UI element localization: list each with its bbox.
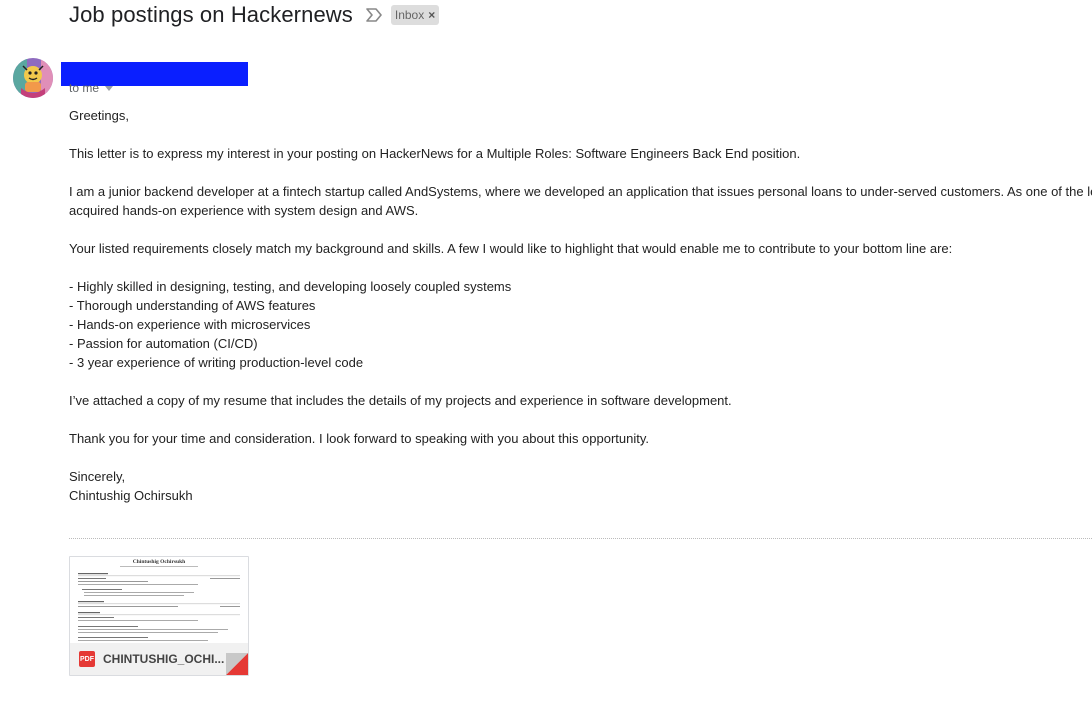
inbox-label-text: Inbox bbox=[394, 8, 425, 22]
email-body: Greetings, This letter is to express my i… bbox=[69, 106, 1092, 505]
page-fold-icon bbox=[226, 653, 248, 675]
attachment-filename: CHINTUSHIG_OCHI... bbox=[103, 652, 225, 666]
attachment-card[interactable]: Chintushig Ochirsukh PDF CHINTUSHIG_OCHI… bbox=[69, 556, 249, 676]
remove-label-icon[interactable]: × bbox=[428, 9, 435, 21]
body-line: - 3 year experience of writing productio… bbox=[69, 355, 364, 370]
body-line: Sincerely, bbox=[69, 469, 126, 484]
importance-marker-icon[interactable] bbox=[365, 6, 383, 24]
recipient-text: to me bbox=[69, 81, 100, 95]
pdf-icon: PDF bbox=[79, 651, 95, 667]
subject-header: Job postings on Hackernews Inbox × bbox=[69, 2, 440, 28]
body-line: Your listed requirements closely match m… bbox=[69, 241, 953, 256]
body-line: Thank you for your time and consideratio… bbox=[69, 431, 650, 446]
body-line: This letter is to express my interest in… bbox=[69, 146, 801, 161]
body-line: - Passion for automation (CI/CD) bbox=[69, 336, 258, 351]
body-line: I am a junior backend developer at a fin… bbox=[69, 184, 1092, 199]
body-line: - Highly skilled in designing, testing, … bbox=[69, 279, 512, 294]
inbox-label[interactable]: Inbox × bbox=[390, 5, 440, 25]
email-view: Job postings on Hackernews Inbox × to me… bbox=[0, 0, 1092, 706]
preview-name: Chintushig Ochirsukh bbox=[133, 559, 185, 565]
chevron-down-icon[interactable] bbox=[105, 85, 114, 91]
body-line: Greetings, bbox=[69, 108, 129, 123]
body-line: - Hands-on experience with microservices bbox=[69, 317, 311, 332]
body-line: I’ve attached a copy of my resume that i… bbox=[69, 393, 732, 408]
email-subject: Job postings on Hackernews bbox=[69, 2, 353, 27]
attachment-divider bbox=[69, 538, 1092, 539]
body-line: acquired hands-on experience with system… bbox=[69, 203, 419, 218]
body-line: Chintushig Ochirsukh bbox=[69, 488, 193, 503]
recipient-line: to me bbox=[69, 81, 114, 95]
attachment-footer: PDF CHINTUSHIG_OCHI... bbox=[70, 643, 248, 675]
body-line: - Thorough understanding of AWS features bbox=[69, 298, 316, 313]
sender-avatar[interactable] bbox=[13, 58, 53, 98]
attachment-preview: Chintushig Ochirsukh bbox=[70, 557, 248, 643]
